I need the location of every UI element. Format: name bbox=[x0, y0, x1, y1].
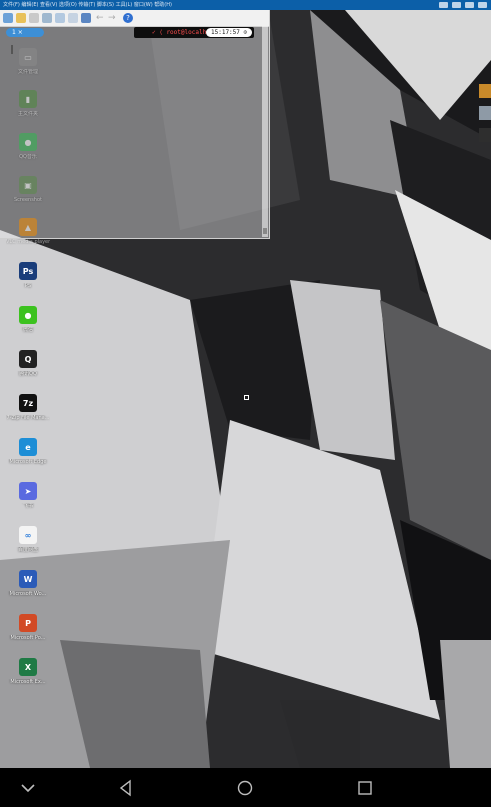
qq-music-icon: ● bbox=[19, 133, 37, 151]
back-icon[interactable] bbox=[116, 778, 136, 798]
shortcut-label: PS bbox=[24, 283, 32, 289]
shortcut-label: 主文件夹 bbox=[17, 111, 38, 117]
edge-icon: e bbox=[19, 438, 37, 456]
mouse-cursor bbox=[244, 395, 249, 400]
terminal-toolbar: ← → ? bbox=[0, 10, 269, 27]
settings-icon[interactable] bbox=[68, 13, 78, 23]
tab-label: 1 × bbox=[12, 29, 23, 36]
tray-icon[interactable] bbox=[452, 2, 461, 8]
shortcut-label: Microsoft Ex... bbox=[10, 679, 46, 685]
tray-icon[interactable] bbox=[478, 2, 487, 8]
desktop-shortcut[interactable]: e Microsoft Edge bbox=[6, 438, 50, 470]
menu-text[interactable]: 文件(F) 编辑(E) 查看(V) 选项(O) 传输(T) 脚本(S) 工具(L… bbox=[3, 0, 172, 10]
scrollbar[interactable] bbox=[262, 26, 268, 237]
word-icon: W bbox=[19, 570, 37, 588]
excel-icon: X bbox=[19, 658, 37, 676]
desktop-shortcut[interactable]: 7z 7-Zip File Mana... bbox=[6, 394, 50, 426]
folder-icon[interactable] bbox=[479, 84, 491, 98]
desktop-shortcut[interactable]: ➤ 飞书 bbox=[6, 482, 50, 514]
shortcut-label: Microsoft Po... bbox=[10, 635, 46, 641]
new-session-icon[interactable] bbox=[3, 13, 13, 23]
qq-icon: Q bbox=[19, 350, 37, 368]
desktop-shortcut[interactable]: ● QQ音乐 bbox=[6, 133, 50, 165]
7zip-icon: 7z bbox=[19, 394, 37, 412]
shortcut-label: 7-Zip File Mana... bbox=[6, 415, 50, 421]
recents-icon[interactable] bbox=[355, 778, 375, 798]
terminal-tab[interactable]: 1 × bbox=[6, 28, 44, 37]
desktop-shortcut[interactable]: ▮ 主文件夹 bbox=[6, 90, 50, 122]
screenshot-icon: ▣ bbox=[19, 176, 37, 194]
desktop-shortcut[interactable]: ▭ 文件管理 bbox=[6, 48, 50, 80]
shortcut-label: VLC media player bbox=[6, 239, 50, 245]
vlc-icon: ▲ bbox=[19, 218, 37, 236]
computer-icon[interactable] bbox=[479, 106, 491, 120]
tray-icon[interactable] bbox=[439, 2, 448, 8]
desktop-shortcut[interactable]: X Microsoft Ex... bbox=[6, 658, 50, 690]
open-folder-icon[interactable] bbox=[16, 13, 26, 23]
desktop-shortcut[interactable]: P Microsoft Po... bbox=[6, 614, 50, 646]
file-icon[interactable] bbox=[479, 128, 491, 142]
shell-prompt: ✓ ⟨ root@localhost 15:17:57 ⊙ bbox=[134, 27, 254, 38]
desktop-shortcut[interactable]: ▲ VLC media player bbox=[6, 218, 50, 250]
desktop-shortcut[interactable]: Q 腾讯QQ bbox=[6, 350, 50, 382]
window-menubar: 文件(F) 编辑(E) 查看(V) 选项(O) 传输(T) 脚本(S) 工具(L… bbox=[0, 0, 491, 10]
shortcut-label: 腾讯QQ bbox=[19, 371, 37, 377]
desktop-shortcut[interactable]: ● 微信 bbox=[6, 306, 50, 338]
computer-icon: ▭ bbox=[19, 48, 37, 66]
find-icon[interactable] bbox=[55, 13, 65, 23]
folder-icon: ▮ bbox=[19, 90, 37, 108]
shortcut-label: Microsoft Wo... bbox=[9, 591, 47, 597]
shortcut-label: 百度网盘 bbox=[17, 547, 38, 553]
wechat-icon: ● bbox=[19, 306, 37, 324]
tray-icon[interactable] bbox=[465, 2, 474, 8]
shortcut-label: 微信 bbox=[22, 327, 33, 333]
prompt-clock: 15:17:57 ⊙ bbox=[206, 28, 253, 37]
powerpoint-icon: P bbox=[19, 614, 37, 632]
shortcut-label: Microsoft Edge bbox=[9, 459, 47, 465]
help-icon[interactable]: ? bbox=[123, 13, 133, 23]
shortcut-label: QQ音乐 bbox=[19, 154, 37, 160]
chevron-down-icon[interactable] bbox=[18, 778, 38, 798]
back-arrow-icon[interactable]: ← bbox=[96, 13, 106, 23]
photoshop-icon: Ps bbox=[19, 262, 37, 280]
shortcut-label: 文件管理 bbox=[17, 69, 38, 75]
navigation-bar bbox=[0, 768, 491, 807]
shortcut-label: Screenshot bbox=[14, 197, 42, 203]
baidu-netdisk-icon: ∞ bbox=[19, 526, 37, 544]
scroll-thumb[interactable] bbox=[263, 228, 267, 234]
system-tray bbox=[439, 1, 487, 9]
shortcut-label: 飞书 bbox=[22, 503, 33, 509]
feishu-icon: ➤ bbox=[19, 482, 37, 500]
desktop-shortcut[interactable]: ∞ 百度网盘 bbox=[6, 526, 50, 558]
keyboard-icon[interactable] bbox=[81, 13, 91, 23]
home-icon[interactable] bbox=[235, 778, 255, 798]
desktop-shortcut[interactable]: ▣ Screenshot bbox=[6, 176, 50, 208]
forward-arrow-icon[interactable]: → bbox=[108, 13, 118, 23]
desktop-shortcut[interactable]: Ps PS bbox=[6, 262, 50, 294]
paste-icon[interactable] bbox=[42, 13, 52, 23]
copy-icon[interactable] bbox=[29, 13, 39, 23]
desktop-shortcut[interactable]: W Microsoft Wo... bbox=[6, 570, 50, 602]
